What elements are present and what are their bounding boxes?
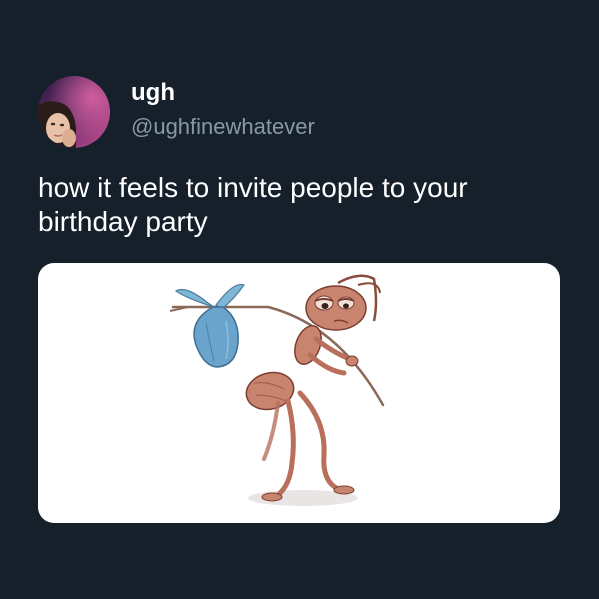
tweet-media-image[interactable] bbox=[38, 263, 560, 523]
author-handle[interactable]: @ughfinewhatever bbox=[131, 114, 315, 140]
tweet-card: ugh @ughfinewhatever how it feels to inv… bbox=[0, 0, 599, 599]
author-display-name[interactable]: ugh bbox=[131, 79, 175, 107]
profile-photo-icon bbox=[38, 76, 110, 148]
sad-ant-with-bindle-icon bbox=[169, 274, 385, 506]
tweet-text: how it feels to invite people to your bi… bbox=[38, 172, 468, 237]
author-avatar[interactable] bbox=[38, 76, 110, 148]
